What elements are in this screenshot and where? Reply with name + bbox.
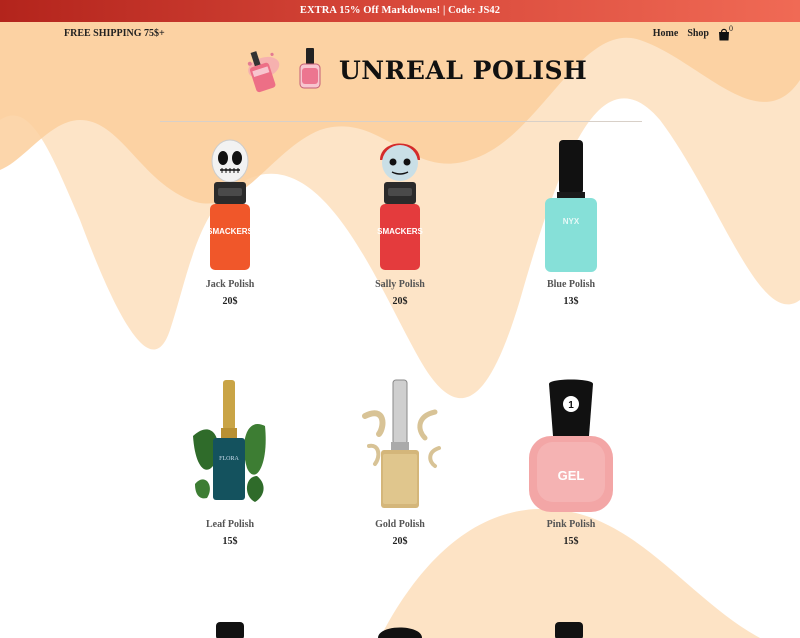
product-price: 20$ [222, 296, 238, 307]
product-name: Blue Polish [546, 279, 596, 290]
product-price: 20$ [392, 536, 408, 547]
sally-polish-image: SMACKERS [377, 143, 424, 270]
cart-button[interactable]: 0 [718, 24, 736, 43]
cart-count: 0 [729, 24, 733, 33]
free-shipping-notice: FREE SHIPPING 75$+ [64, 28, 165, 39]
product-card[interactable]: 1 GEL Pink Polish 15$ [491, 376, 651, 549]
svg-text:SMACKERS: SMACKERS [207, 227, 253, 236]
gold-polish-image [362, 379, 441, 508]
product-name: Jack Polish [205, 279, 255, 290]
svg-text:NYX: NYX [563, 217, 580, 226]
product-name: Sally Polish [375, 279, 425, 290]
blue-polish-image: NYX [545, 140, 597, 272]
jack-polish-image: SMACKERS [207, 139, 254, 270]
product-name: Pink Polish [546, 519, 596, 530]
svg-text:FLORA: FLORA [219, 456, 239, 462]
svg-text:GEL: GEL [558, 468, 585, 483]
product-card[interactable]: NYX Blue Polish 13$ [491, 136, 651, 309]
product-price: 15$ [222, 536, 238, 547]
top-navigation: FREE SHIPPING 75$+ Home Shop 0 [64, 24, 736, 44]
product-name: Leaf Polish [205, 519, 255, 530]
svg-text:SMACKERS: SMACKERS [377, 227, 423, 236]
splash-bottle [247, 51, 280, 93]
product-name: Gold Polish [375, 519, 425, 530]
product-cap-partial [555, 622, 583, 638]
product-price: 15$ [563, 536, 579, 547]
product-card[interactable]: SMACKERS Sally Polish 20$ [320, 136, 480, 309]
brand-title: UNREAL POLISH [339, 55, 588, 85]
nav-links: Home Shop 0 [644, 24, 736, 44]
pink-polish-image: 1 GEL [529, 379, 613, 512]
promo-banner[interactable]: EXTRA 15% Off Markdowns! | Code: JS42 [0, 0, 800, 22]
product-price: 13$ [563, 296, 579, 307]
product-card[interactable]: Gold Polish 20$ [320, 376, 480, 549]
header-divider [160, 121, 642, 122]
product-card[interactable]: FLORA Leaf Polish 15$ [150, 376, 310, 549]
product-card[interactable]: SMACKERS Jack Polish 20$ [150, 136, 310, 309]
product-price: 20$ [392, 296, 408, 307]
product-cap-partial [216, 622, 244, 638]
nav-shop-link[interactable]: Shop [687, 24, 709, 44]
nav-home-link[interactable]: Home [653, 24, 679, 44]
brand-header[interactable]: UNREAL POLISH [240, 44, 587, 96]
nail-polish-logo-icon [247, 48, 321, 93]
svg-text:1: 1 [568, 400, 574, 411]
product-cap-partial [378, 627, 422, 638]
leaf-polish-image: FLORA [193, 380, 266, 502]
upright-bottle [299, 48, 321, 89]
